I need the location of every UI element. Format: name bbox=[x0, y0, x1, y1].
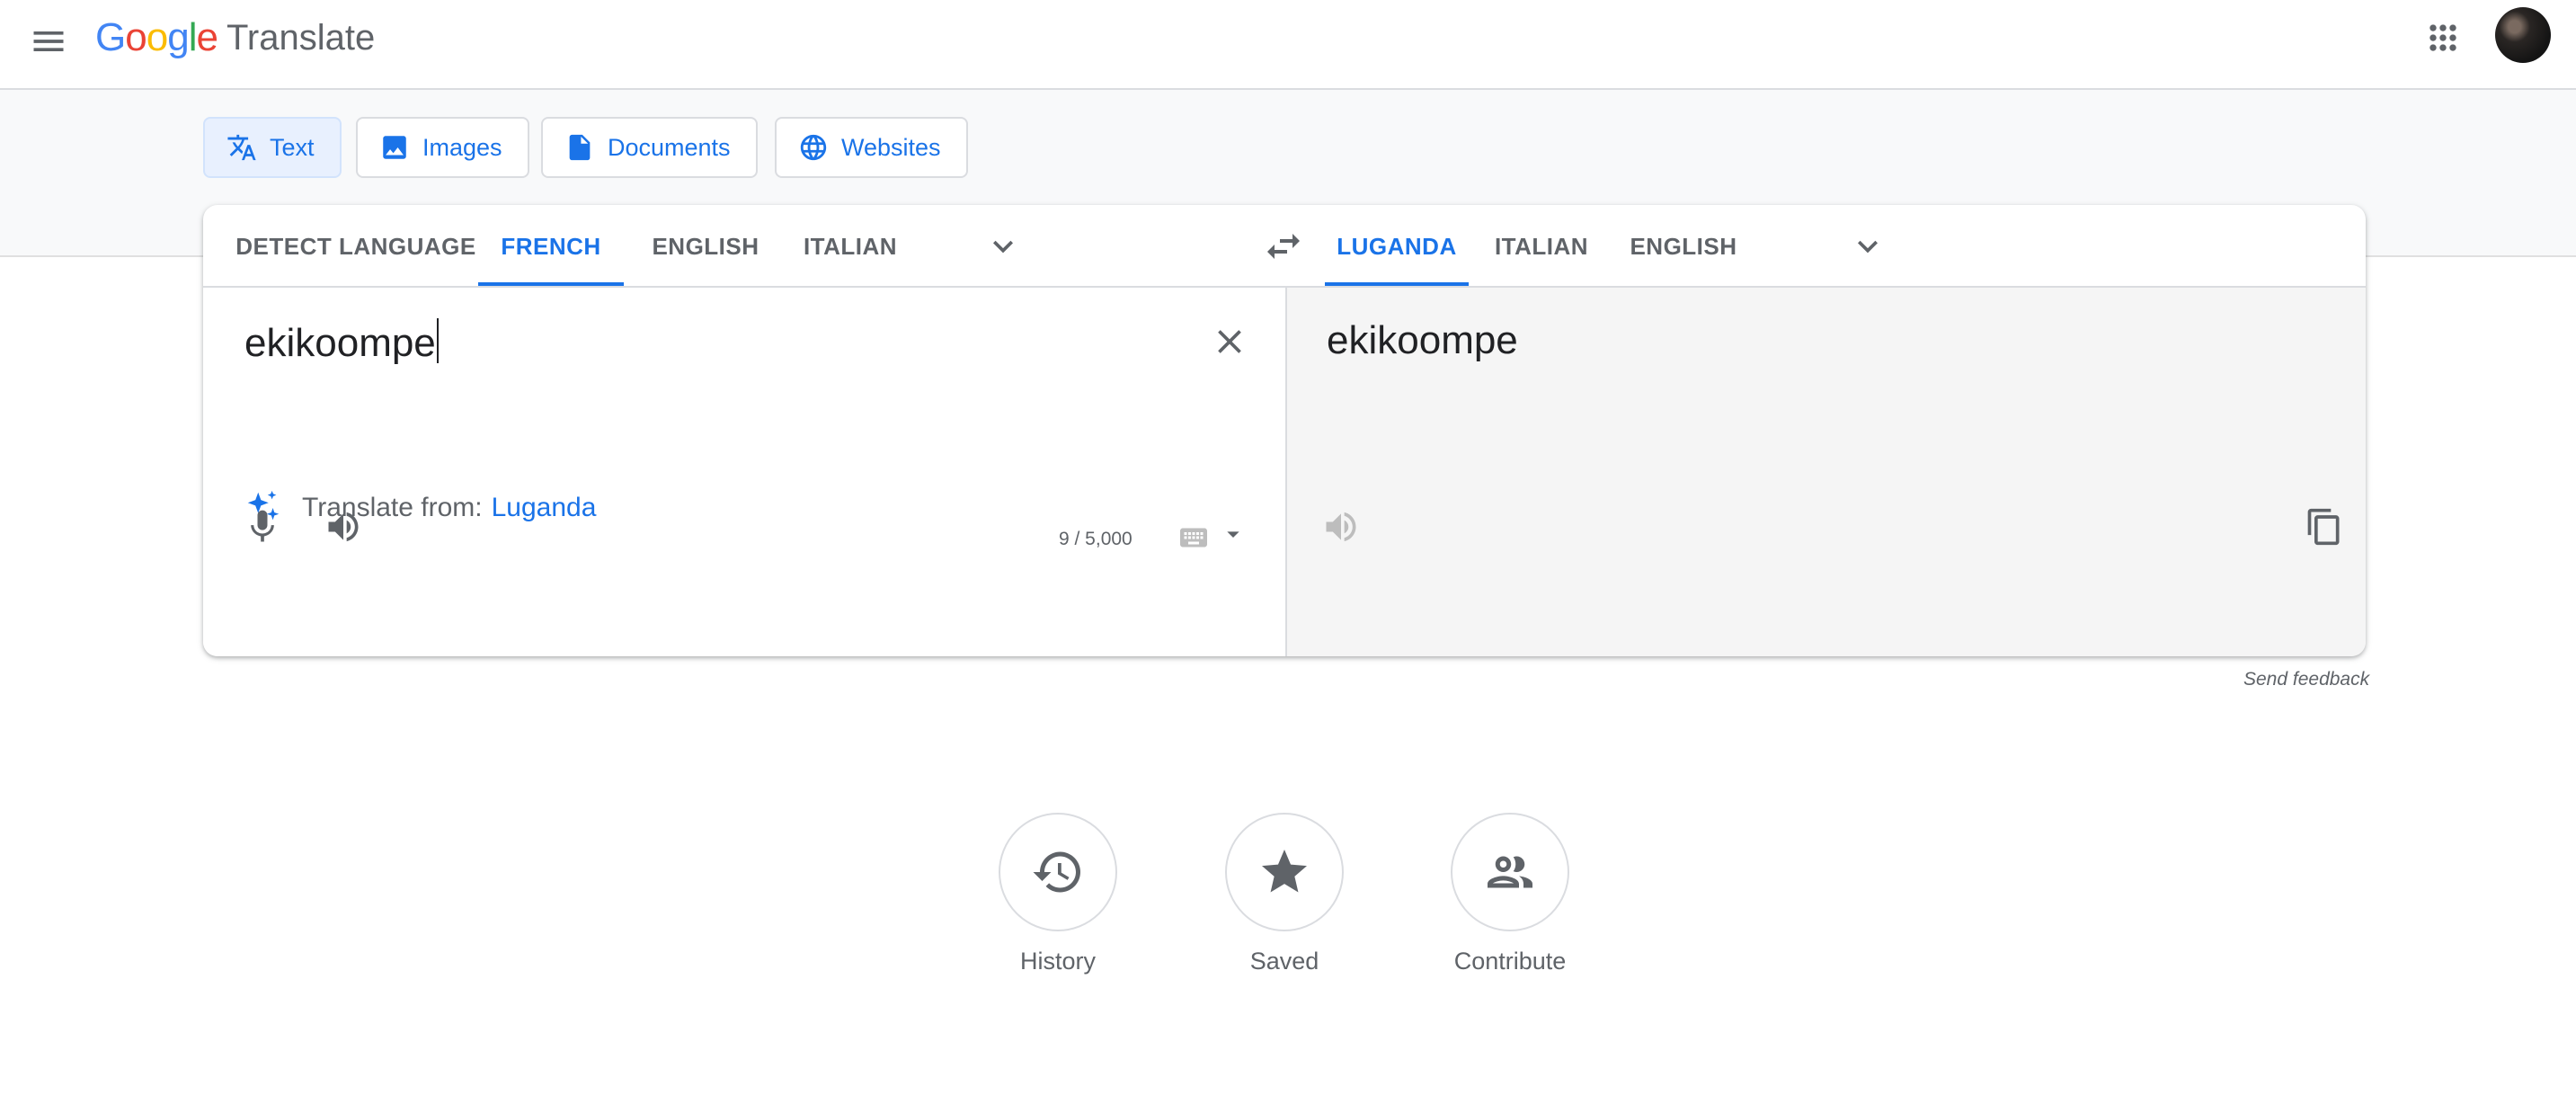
source-text-input[interactable]: ekikoompe bbox=[244, 318, 439, 366]
translate-icon bbox=[227, 134, 256, 161]
saved-label: Saved bbox=[1249, 948, 1319, 975]
mode-text-label: Text bbox=[270, 133, 315, 161]
document-icon bbox=[569, 134, 591, 161]
saved-button[interactable]: Saved bbox=[1177, 813, 1392, 975]
microphone-icon[interactable] bbox=[243, 507, 282, 547]
listen-source-speaker-icon[interactable] bbox=[324, 507, 363, 547]
mode-images-label: Images bbox=[422, 133, 502, 161]
translation-card: DETECT LANGUAGE FRENCH ENGLISH ITALIAN L… bbox=[203, 205, 2366, 656]
source-lang-english[interactable]: ENGLISH bbox=[638, 205, 773, 288]
mode-websites-label: Websites bbox=[841, 133, 941, 161]
input-tools-dropdown-icon[interactable] bbox=[1219, 520, 1248, 548]
keyboard-icon[interactable] bbox=[1177, 521, 1210, 554]
source-panel: ekikoompe Translate from: Luganda 9 / 5,… bbox=[203, 288, 1285, 656]
character-counter: 9 / 5,000 bbox=[1059, 529, 1133, 549]
language-suggestion: Translate from: Luganda bbox=[243, 487, 596, 529]
history-button[interactable]: History bbox=[950, 813, 1166, 975]
suggested-language-link[interactable]: Luganda bbox=[492, 493, 597, 523]
people-icon bbox=[1488, 856, 1532, 888]
google-translate-logo[interactable]: Google Translate bbox=[95, 13, 375, 63]
target-tab-indicator bbox=[1325, 282, 1469, 286]
top-bar: Google Translate bbox=[0, 0, 2576, 90]
mode-images-button[interactable]: Images bbox=[356, 117, 529, 178]
text-caret bbox=[436, 318, 439, 363]
source-lang-italian[interactable]: ITALIAN bbox=[784, 205, 917, 288]
translation-output: ekikoompe bbox=[1327, 318, 1518, 362]
copy-translation-icon[interactable] bbox=[2305, 507, 2344, 547]
menu-icon[interactable] bbox=[29, 22, 68, 61]
source-more-languages-chevron-icon[interactable] bbox=[983, 227, 1023, 266]
contribute-label: Contribute bbox=[1453, 948, 1567, 975]
product-name: Translate bbox=[226, 17, 376, 58]
history-circle bbox=[999, 813, 1117, 931]
source-text-value: ekikoompe bbox=[244, 321, 436, 365]
history-label: History bbox=[1019, 948, 1096, 975]
google-wordmark: Google bbox=[95, 15, 218, 59]
image-icon bbox=[383, 136, 406, 159]
contribute-circle bbox=[1451, 813, 1569, 931]
target-lang-italian[interactable]: ITALIAN bbox=[1478, 205, 1605, 288]
listen-translation-speaker-icon[interactable] bbox=[1321, 507, 1361, 547]
target-panel: ekikoompe bbox=[1285, 288, 2366, 656]
language-bar: DETECT LANGUAGE FRENCH ENGLISH ITALIAN L… bbox=[203, 205, 2366, 288]
account-avatar[interactable] bbox=[2495, 7, 2551, 63]
history-icon bbox=[1033, 851, 1080, 893]
star-filled-icon bbox=[1262, 850, 1307, 893]
source-lang-detect[interactable]: DETECT LANGUAGE bbox=[230, 205, 482, 288]
mode-websites-button[interactable]: Websites bbox=[775, 117, 968, 178]
swap-languages-icon[interactable] bbox=[1262, 225, 1305, 268]
saved-circle bbox=[1225, 813, 1344, 931]
source-tab-indicator bbox=[478, 282, 624, 286]
contribute-button[interactable]: Contribute bbox=[1402, 813, 1618, 975]
mode-documents-label: Documents bbox=[608, 133, 731, 161]
target-lang-english[interactable]: ENGLISH bbox=[1616, 205, 1751, 288]
globe-icon bbox=[800, 134, 827, 161]
apps-grid-icon[interactable] bbox=[2423, 18, 2463, 58]
source-lang-french[interactable]: FRENCH bbox=[478, 205, 624, 288]
target-lang-luganda[interactable]: LUGANDA bbox=[1325, 205, 1469, 288]
clear-source-text-icon[interactable] bbox=[1210, 322, 1249, 361]
mode-documents-button[interactable]: Documents bbox=[541, 117, 758, 178]
send-feedback-link[interactable]: Send feedback bbox=[2243, 669, 2369, 690]
target-more-languages-chevron-icon[interactable] bbox=[1848, 227, 1888, 266]
mode-text-button[interactable]: Text bbox=[203, 117, 342, 178]
